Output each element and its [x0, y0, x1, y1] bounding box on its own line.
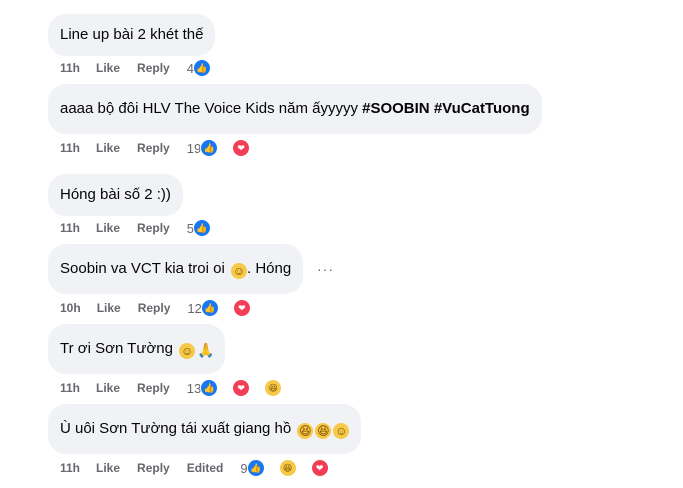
- comment: Soobin va VCT kia troi oi ☺. Hóng ··· 10…: [0, 244, 683, 328]
- like-button[interactable]: Like: [96, 221, 120, 235]
- haha-reaction-icon: 😆: [278, 459, 297, 477]
- comment-bubble: Line up bài 2 khét thế: [48, 14, 216, 56]
- hashtag-link[interactable]: #SOOBIN: [362, 100, 430, 117]
- like-reaction-icon: 👍: [200, 379, 219, 397]
- love-reaction-icon: ❤: [310, 459, 329, 477]
- grinning-emoji-icon: ☺: [333, 423, 350, 439]
- comment-meta: 10h Like Reply 12 👍 ❤: [60, 299, 268, 317]
- like-reaction-icon: 👍: [200, 299, 219, 317]
- reaction-count: 19: [186, 140, 202, 156]
- reaction-summary[interactable]: 5 👍: [187, 219, 228, 237]
- comment-meta: 11h Like Reply 19 👍 ❤: [60, 139, 267, 157]
- comment-meta: 11h Like Reply 5 👍: [60, 219, 228, 237]
- comment: Hóng bài số 2 :)) 11h Like Reply 5 👍: [0, 168, 683, 248]
- comment-time[interactable]: 11h: [60, 381, 80, 395]
- like-reaction-icon: 👍: [192, 219, 211, 237]
- like-button[interactable]: Like: [96, 141, 120, 155]
- edited-label[interactable]: Edited: [187, 461, 224, 475]
- comment-text: Ù uôi Sơn Tường tái xuất giang hồ: [60, 420, 296, 437]
- like-button[interactable]: Like: [97, 301, 121, 315]
- pray-emoji-icon: 🙏: [197, 342, 215, 358]
- reaction-count: 13: [186, 380, 202, 396]
- comment: aaaa bộ đôi HLV The Voice Kids năm ấyyyy…: [0, 84, 683, 168]
- comment-bubble: aaaa bộ đôi HLV The Voice Kids năm ấyyyy…: [48, 84, 542, 134]
- like-button[interactable]: Like: [96, 381, 120, 395]
- like-reaction-icon: 👍: [192, 59, 211, 77]
- like-button[interactable]: Like: [96, 461, 120, 475]
- reply-button[interactable]: Reply: [137, 381, 170, 395]
- comment: Line up bài 2 khét thế 11h Like Reply 4 …: [0, 8, 683, 88]
- laughing-emoji-icon: 😆: [315, 423, 332, 439]
- comment: Ù uôi Sơn Tường tái xuất giang hồ 😆 😆 ☺ 11…: [0, 404, 683, 488]
- comment-time[interactable]: 11h: [60, 61, 80, 75]
- comment-bubble: Hóng bài số 2 :)): [48, 174, 183, 216]
- comment-text: Tr ơi Sơn Tường: [60, 340, 178, 357]
- comment-meta: 11h Like Reply Edited 9 👍 😆 ❤: [60, 459, 346, 477]
- love-reaction-icon: ❤: [232, 379, 251, 397]
- comment-bubble: Tr ơi Sơn Tường ☺ 🙏: [48, 324, 226, 374]
- comment-meta: 11h Like Reply 4 👍: [60, 59, 228, 77]
- reply-button[interactable]: Reply: [137, 141, 170, 155]
- comment-time[interactable]: 11h: [60, 221, 80, 235]
- reaction-summary[interactable]: 19 👍 ❤: [187, 139, 267, 157]
- reaction-summary[interactable]: 12 👍 ❤: [187, 299, 267, 317]
- smile-emoji-icon: ☺: [179, 343, 196, 359]
- smile-emoji-icon: ☺: [230, 263, 247, 279]
- haha-reaction-icon: 😆: [264, 379, 283, 397]
- reaction-summary[interactable]: 13 👍 ❤ 😆: [187, 379, 299, 397]
- reply-button[interactable]: Reply: [138, 301, 171, 315]
- love-reaction-icon: ❤: [232, 299, 251, 317]
- comment-bubble: Soobin va VCT kia troi oi ☺. Hóng: [48, 244, 304, 294]
- comment-time[interactable]: 11h: [60, 141, 80, 155]
- comment-bubble: Ù uôi Sơn Tường tái xuất giang hồ 😆 😆 ☺: [48, 404, 362, 454]
- reply-button[interactable]: Reply: [137, 461, 170, 475]
- hashtag-link[interactable]: #VuCatTuong: [434, 100, 530, 117]
- comment-text: Line up bài 2 khét thế: [60, 26, 204, 43]
- reaction-summary[interactable]: 9 👍 😆 ❤: [240, 459, 345, 477]
- comment-time[interactable]: 10h: [60, 301, 81, 315]
- reply-button[interactable]: Reply: [137, 61, 170, 75]
- comment-text: aaaa bộ đôi HLV The Voice Kids năm ấyyyy…: [60, 100, 363, 117]
- like-reaction-icon: 👍: [200, 139, 219, 157]
- like-reaction-icon: 👍: [246, 459, 265, 477]
- reply-button[interactable]: Reply: [137, 221, 170, 235]
- comment: Tr ơi Sơn Tường ☺ 🙏 11h Like Reply 13 👍 ❤…: [0, 324, 683, 408]
- comment-text: Soobin va VCT kia troi oi: [60, 260, 229, 277]
- comment-text: Hóng bài số 2 :)): [60, 186, 171, 203]
- reaction-count: 12: [187, 300, 202, 316]
- like-button[interactable]: Like: [96, 61, 120, 75]
- reaction-summary[interactable]: 4 👍: [187, 59, 228, 77]
- laughing-emoji-icon: 😆: [297, 423, 314, 439]
- comment-text-suffix: . Hóng: [246, 260, 292, 277]
- love-reaction-icon: ❤: [232, 139, 251, 157]
- more-options-icon[interactable]: ···: [317, 261, 334, 277]
- comment-meta: 11h Like Reply 13 👍 ❤ 😆: [60, 379, 299, 397]
- comment-time[interactable]: 11h: [60, 461, 80, 475]
